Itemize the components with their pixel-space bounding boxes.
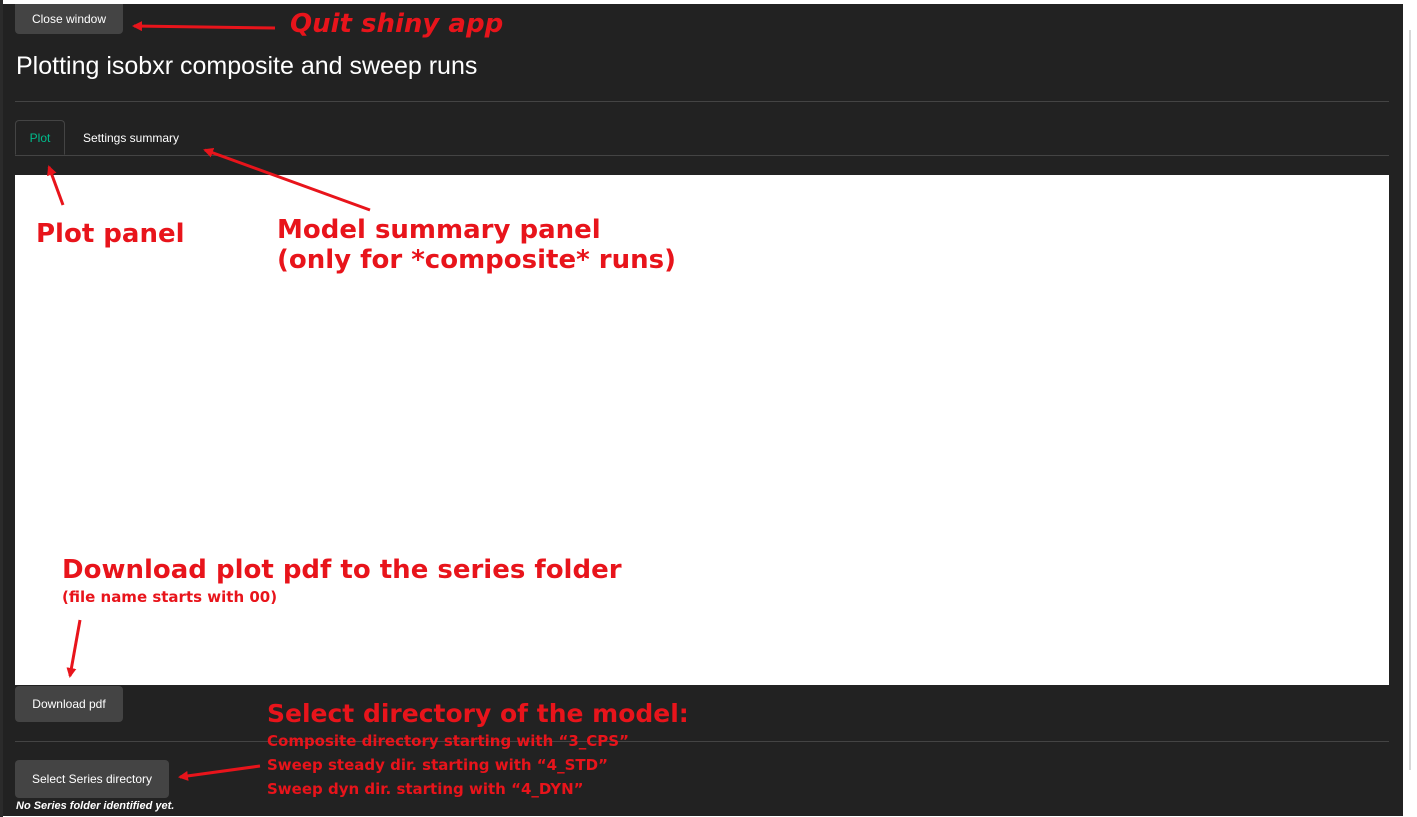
annotation-select-line2: Sweep steady dir. starting with “4_STD” — [267, 756, 608, 774]
scrollbar[interactable] — [1409, 30, 1411, 770]
annotation-download: Download plot pdf to the series folder — [62, 555, 622, 585]
tab-bar: Plot Settings summary — [15, 120, 1389, 156]
download-pdf-button[interactable]: Download pdf — [15, 686, 123, 722]
plot-panel — [15, 175, 1389, 685]
bottom-divider — [15, 741, 1389, 742]
annotation-model-summary: Model summary panel (only for *composite… — [277, 215, 676, 276]
annotation-download-sub: (file name starts with 00) — [62, 588, 278, 606]
tab-settings-summary[interactable]: Settings summary — [79, 120, 183, 155]
annotation-select-title: Select directory of the model: — [267, 699, 689, 728]
annotation-plot-panel: Plot panel — [36, 219, 185, 249]
annotation-model-summary-line1: Model summary panel — [277, 215, 601, 245]
annotation-model-summary-line2: (only for *composite* runs) — [277, 244, 676, 275]
series-status-text: No Series folder identified yet. — [16, 800, 175, 812]
select-series-directory-button[interactable]: Select Series directory — [15, 760, 169, 798]
title-divider — [15, 101, 1389, 102]
close-window-button[interactable]: Close window — [15, 4, 123, 34]
app-title: Plotting isobxr composite and sweep runs — [16, 52, 478, 80]
annotation-select-line1: Composite directory starting with “3_CPS… — [267, 732, 629, 750]
annotation-select-line3: Sweep dyn dir. starting with “4_DYN” — [267, 780, 584, 798]
tab-plot[interactable]: Plot — [15, 120, 65, 155]
annotation-quit: Quit shiny app — [290, 9, 504, 39]
scroll-track — [1403, 0, 1417, 817]
